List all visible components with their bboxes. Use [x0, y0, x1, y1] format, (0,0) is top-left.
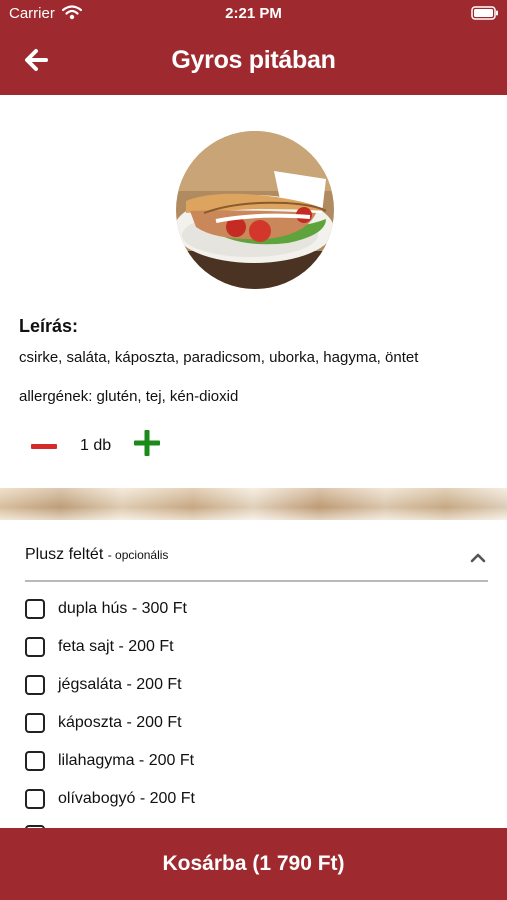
navbar: Gyros pitában — [0, 28, 507, 95]
topping-option[interactable]: olívabogyó - 200 Ft — [25, 786, 195, 812]
checkbox[interactable] — [25, 675, 45, 695]
chevron-up-icon — [470, 550, 486, 568]
checkbox[interactable] — [25, 751, 45, 771]
decorative-banner — [0, 488, 507, 520]
product-image — [176, 131, 334, 289]
quantity-label: 1 db — [80, 437, 112, 454]
plus-icon — [134, 429, 160, 461]
topping-option[interactable]: káposzta - 200 Ft — [25, 710, 182, 736]
page-title: Gyros pitában — [171, 46, 336, 74]
checkbox[interactable] — [25, 637, 45, 657]
minus-icon — [31, 437, 57, 455]
topping-option[interactable]: jégsaláta - 200 Ft — [25, 672, 182, 698]
add-to-cart-label: Kosárba (1 790 Ft) — [162, 852, 345, 875]
toppings-title-text: Plusz feltét — [25, 546, 104, 563]
topping-label: káposzta - 200 Ft — [58, 714, 182, 731]
toppings-section-header[interactable]: Plusz feltét - opcionális — [25, 540, 488, 582]
checkbox[interactable] — [25, 713, 45, 733]
topping-label: dupla hús - 300 Ft — [58, 600, 187, 617]
topping-option[interactable]: dupla hús - 300 Ft — [25, 596, 187, 622]
topping-option[interactable]: lilahagyma - 200 Ft — [25, 748, 194, 774]
topping-label: feta sajt - 200 Ft — [58, 638, 174, 655]
topping-option[interactable]: feta sajt - 200 Ft — [25, 634, 174, 660]
topping-label: lilahagyma - 200 Ft — [58, 752, 195, 769]
description-text: csirke, saláta, káposzta, paradicsom, ub… — [19, 349, 419, 366]
description-label: Leírás: — [19, 316, 79, 336]
toppings-subtitle: - opcionális — [107, 548, 169, 562]
status-bar: Carrier 2:21 PM — [0, 0, 507, 28]
decrease-quantity-button[interactable] — [30, 433, 58, 459]
battery-icon — [471, 6, 499, 25]
toppings-title: Plusz feltét - opcionális — [25, 546, 168, 564]
allergens-text: allergének: glutén, tej, kén-dioxid — [19, 388, 239, 405]
status-time: 2:21 PM — [225, 5, 282, 22]
checkbox[interactable] — [25, 599, 45, 619]
checkbox[interactable] — [25, 789, 45, 809]
increase-quantity-button[interactable] — [133, 429, 161, 461]
topping-label: olívabogyó - 200 Ft — [58, 790, 195, 807]
add-to-cart-button[interactable]: Kosárba (1 790 Ft) — [0, 828, 507, 900]
topping-label: jégsaláta - 200 Ft — [58, 676, 182, 693]
banner-shade — [0, 488, 507, 520]
